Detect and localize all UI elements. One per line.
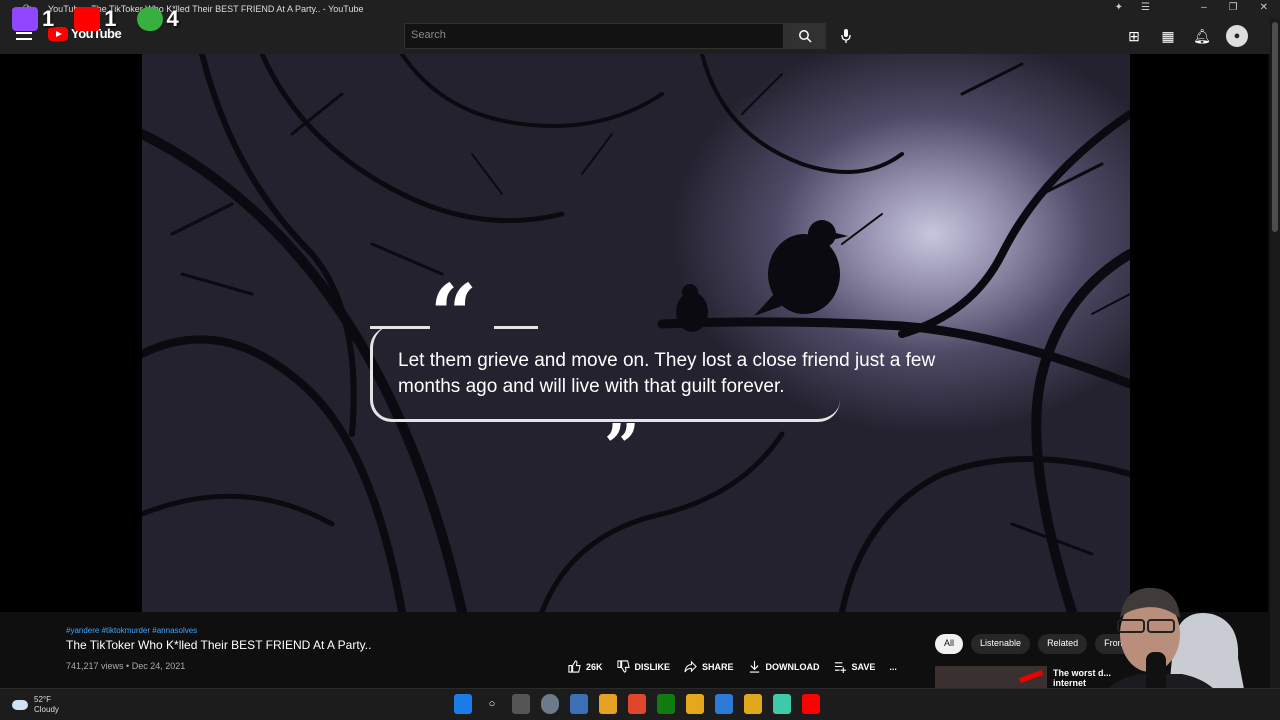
quote-text: Let them grieve and move on. They lost a… [398, 350, 936, 397]
youtube-taskbar-icon[interactable] [802, 694, 820, 714]
app-icon[interactable] [686, 694, 704, 714]
twitch-icon [12, 7, 38, 31]
save-button[interactable]: SAVE [834, 660, 876, 673]
recommended-thumbnail [935, 666, 1047, 688]
close-quote-mark: ” [604, 410, 640, 483]
open-quote-mark: “ [430, 267, 478, 363]
chip-all[interactable]: All [935, 634, 964, 654]
more-actions-button[interactable]: ... [889, 662, 897, 672]
share-label: SHARE [702, 661, 734, 672]
voice-search-button[interactable] [836, 25, 856, 47]
share-icon [684, 660, 697, 673]
like-button[interactable]: 26K [568, 660, 603, 673]
page-scrollbar[interactable] [1270, 18, 1280, 690]
dislike-label: DISLIKE [634, 661, 671, 672]
avatar[interactable]: ● [1226, 25, 1248, 47]
dislike-button[interactable]: DISLIKE [616, 660, 671, 673]
apps-icon[interactable]: ▦ [1158, 26, 1178, 46]
share-button[interactable]: SHARE [684, 660, 734, 673]
taskbar-search-icon[interactable]: ○ [483, 694, 501, 714]
settings-gear-icon[interactable] [541, 694, 559, 714]
browser-menu-icon[interactable]: ☰ [1141, 2, 1150, 13]
hashtags[interactable]: #yandere #tiktokmurder #annasolves [66, 626, 197, 635]
thumbs-up-icon [568, 660, 581, 673]
weather-widget[interactable]: 52°F Cloudy [12, 695, 59, 715]
video-player[interactable]: “ Let them grieve and move on. They lost… [0, 54, 1268, 612]
taskbar-apps: ○ [454, 694, 820, 714]
minimize-icon[interactable]: – [1201, 2, 1207, 13]
download-label: DOWNLOAD [765, 661, 820, 672]
header-icons: ⊞ ▦ 🔔︎ ● [1124, 25, 1248, 47]
task-view-icon[interactable] [512, 694, 530, 714]
video-title: The TikToker Who K*lled Their BEST FRIEN… [66, 638, 372, 652]
youtube-icon [74, 7, 101, 31]
quote-frame-line [494, 326, 538, 329]
weather-condition: Cloudy [34, 705, 59, 714]
youtube-viewer-count: 1 [104, 6, 117, 31]
file-explorer-icon[interactable] [599, 694, 617, 714]
vscode-icon[interactable] [715, 694, 733, 714]
video-actions: 26K DISLIKE SHARE DOWNLOAD SAVE ... [568, 660, 897, 673]
like-count: 26K [586, 661, 603, 672]
save-label: SAVE [851, 661, 876, 672]
create-icon[interactable]: ⊞ [1124, 26, 1144, 46]
search-input[interactable]: Search [404, 23, 784, 49]
twitch-viewer-count: 1 [42, 6, 55, 31]
weather-temperature: 52°F [34, 695, 51, 704]
brave-browser-icon[interactable] [628, 694, 646, 714]
scrollbar-thumb[interactable] [1272, 22, 1278, 232]
extensions-icon[interactable]: ✦ [1115, 2, 1123, 13]
playlist-add-icon [834, 662, 846, 673]
search-button[interactable] [784, 23, 826, 49]
brave-beta-icon[interactable] [744, 694, 762, 714]
search-icon [799, 30, 812, 43]
xbox-icon[interactable] [657, 694, 675, 714]
video-frame: “ Let them grieve and move on. They lost… [142, 54, 1130, 612]
download-icon [749, 660, 759, 673]
chip-listenable[interactable]: Listenable [971, 634, 1031, 654]
stream-overlay-counters: 1 1 4 [12, 6, 199, 32]
windows-start-icon[interactable] [454, 694, 472, 714]
quote-frame-line [370, 326, 430, 329]
video-meta: 741,217 views • Dec 24, 2021 [66, 661, 186, 671]
streaming-app-icon[interactable] [773, 694, 791, 714]
download-button[interactable]: DOWNLOAD [748, 660, 820, 673]
browser-extension-icons: ✦ ☰ [1115, 2, 1150, 13]
thumbs-down-icon [616, 660, 630, 673]
close-icon[interactable]: ✕ [1260, 2, 1268, 13]
rumble-viewer-count: 4 [166, 6, 179, 31]
cloud-icon [12, 700, 28, 710]
rumble-icon [136, 7, 163, 31]
microphone-icon [841, 29, 851, 43]
photos-icon[interactable] [570, 694, 588, 714]
bell-icon[interactable]: 🔔︎ [1192, 26, 1212, 46]
restore-icon[interactable]: ❐ [1229, 2, 1238, 13]
windows-taskbar: 52°F Cloudy ○ [0, 688, 1280, 720]
more-icon: ... [889, 661, 897, 672]
window-controls: – ❐ ✕ [1201, 2, 1268, 13]
